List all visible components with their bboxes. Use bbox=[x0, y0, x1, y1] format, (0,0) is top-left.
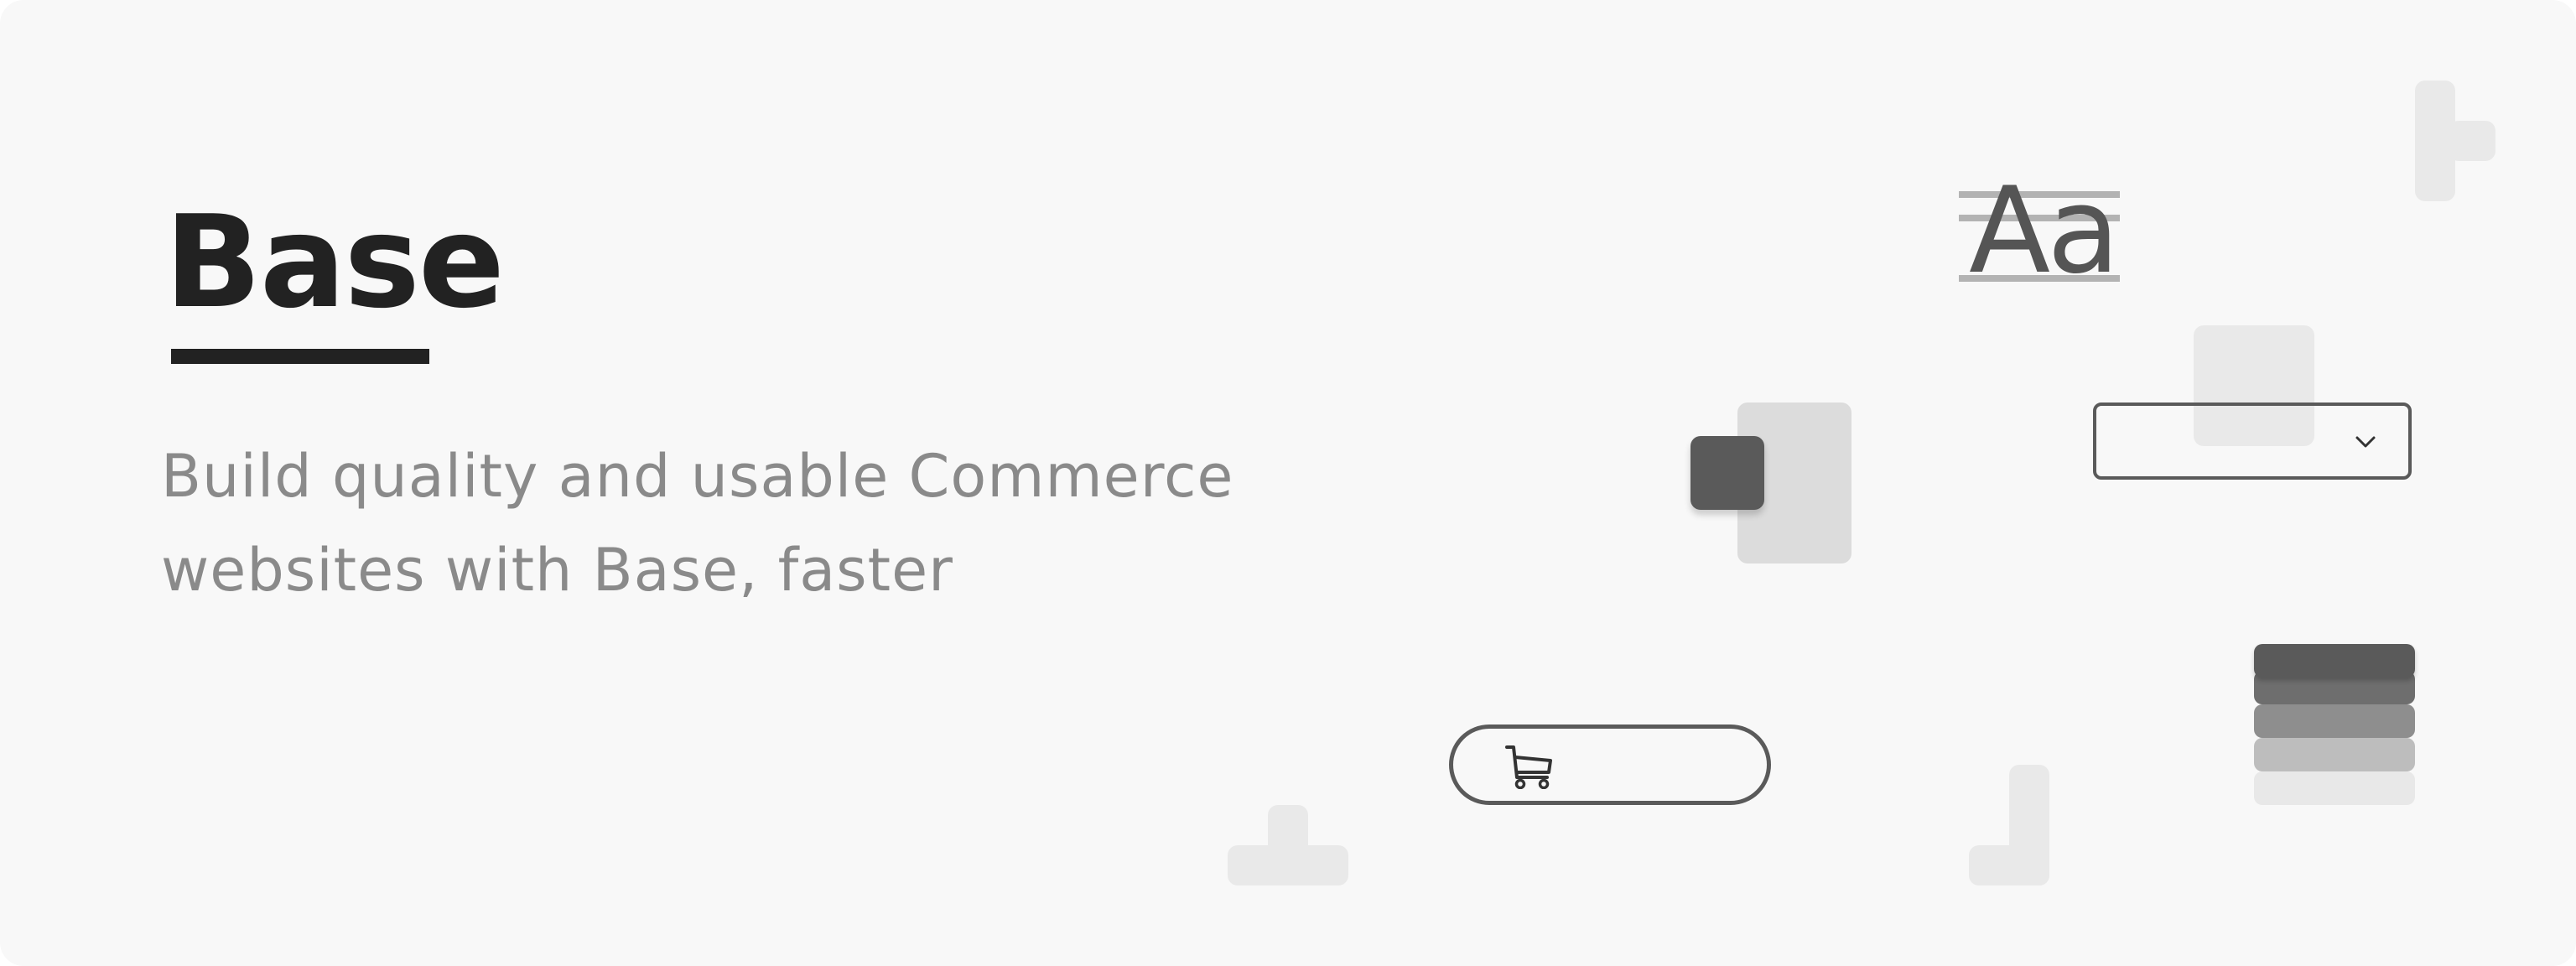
add-to-cart-button[interactable] bbox=[1449, 724, 1771, 805]
brand-underline bbox=[171, 349, 429, 364]
chevron-down-icon bbox=[2355, 436, 2376, 448]
stack-layer-5 bbox=[2254, 771, 2415, 805]
decor-plus-arm bbox=[2449, 121, 2496, 161]
dropdown-select[interactable] bbox=[2093, 402, 2412, 480]
stack-layer-1 bbox=[2254, 644, 2415, 678]
stack-layer-3 bbox=[2254, 704, 2415, 738]
brand-title: Base bbox=[164, 188, 505, 336]
stack-layer-4 bbox=[2254, 738, 2415, 771]
tagline-line-1: Build quality and usable Commerce bbox=[161, 442, 1234, 511]
decor-l-shape-foot bbox=[1969, 845, 2049, 886]
cart-icon bbox=[1505, 745, 1552, 789]
tagline: Build quality and usable Commerce websit… bbox=[161, 429, 1251, 617]
decor-t-shape-stem bbox=[1268, 805, 1308, 886]
hero-banner: Base Build quality and usable Commerce w… bbox=[0, 0, 2576, 966]
dark-square-button bbox=[1690, 436, 1764, 510]
typography-guide-baseline bbox=[1959, 275, 2120, 282]
tagline-line-2: websites with Base, faster bbox=[161, 536, 953, 605]
